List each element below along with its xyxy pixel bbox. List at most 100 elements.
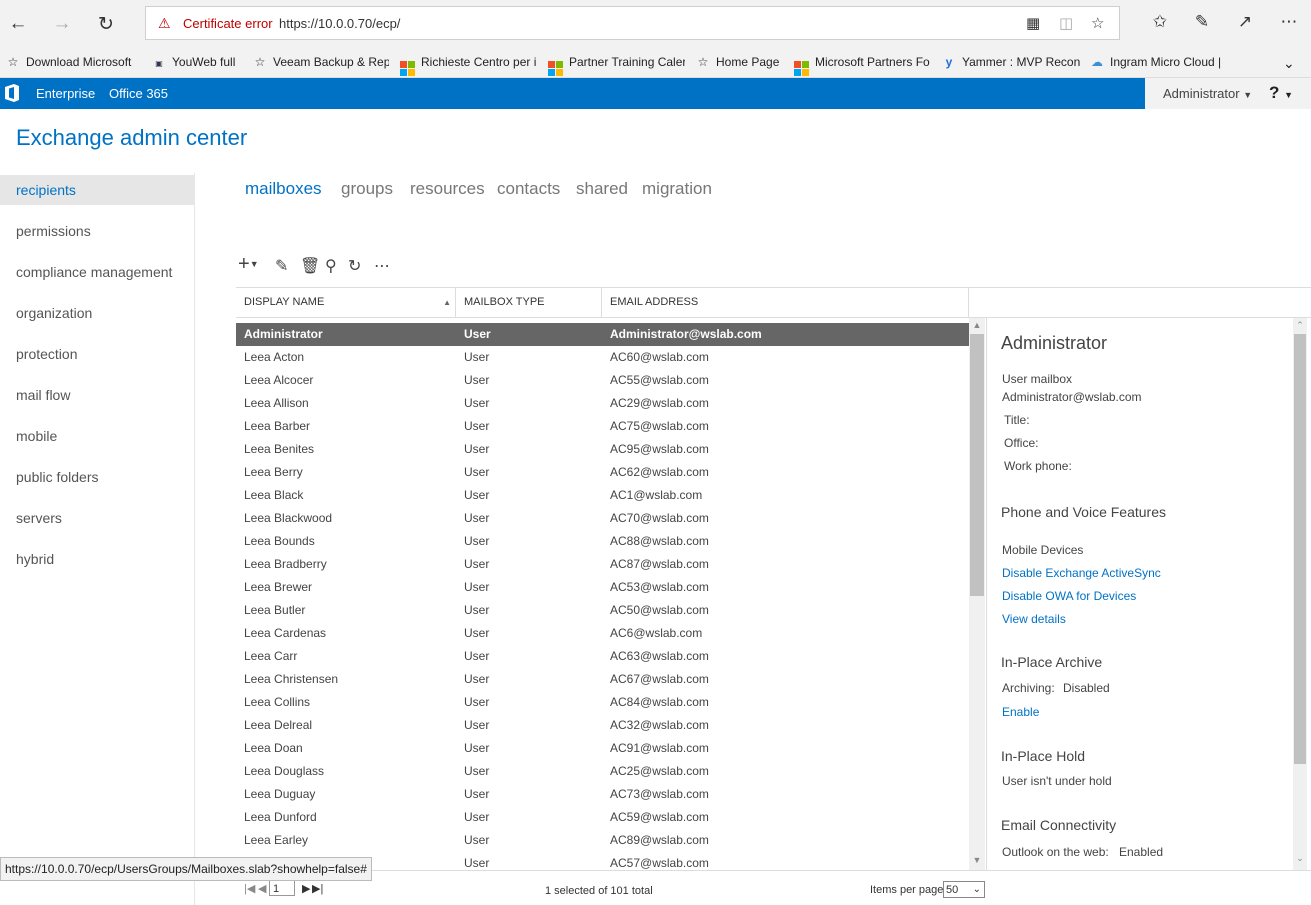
table-row[interactable]: Leea Bounds User AC88@wslab.com: [236, 530, 969, 553]
scroll-up-icon[interactable]: ▲: [969, 320, 985, 330]
table-row[interactable]: Leea Carr User AC63@wslab.com: [236, 645, 969, 668]
nav-organization[interactable]: organization: [0, 298, 195, 328]
back-icon[interactable]: ←: [4, 10, 32, 38]
nav-public-folders[interactable]: public folders: [0, 462, 195, 492]
disable-owa-link[interactable]: Disable OWA for Devices: [1002, 589, 1136, 603]
table-row[interactable]: Leea Allison User AC29@wslab.com: [236, 392, 969, 415]
favorite-item[interactable]: ▣ YouWeb full: [152, 55, 242, 69]
table-row[interactable]: Leea Doan User AC91@wslab.com: [236, 737, 969, 760]
tab-mailboxes[interactable]: mailboxes: [245, 179, 322, 199]
nav-mobile[interactable]: mobile: [0, 421, 195, 451]
scroll-up-icon[interactable]: ⌃: [1293, 320, 1307, 331]
table-row[interactable]: Leea Douglass User AC25@wslab.com: [236, 760, 969, 783]
refresh-icon[interactable]: ↻: [348, 256, 361, 276]
favorite-item[interactable]: Microsoft Partners Fo: [794, 55, 931, 76]
delete-icon[interactable]: 🗑: [300, 256, 320, 276]
sort-ascending-icon: ▲: [443, 298, 451, 307]
add-icon[interactable]: +▼: [238, 253, 259, 276]
table-row[interactable]: Leea Butler User AC50@wslab.com: [236, 599, 969, 622]
list-footer: |◀ ◀ 1 ▶ ▶| 1 selected of 101 total Item…: [236, 870, 1311, 905]
more-icon[interactable]: ⋯: [1277, 12, 1301, 32]
table-row[interactable]: Leea Barber User AC75@wslab.com: [236, 415, 969, 438]
table-row[interactable]: Leea Collins User AC84@wslab.com: [236, 691, 969, 714]
favorite-item[interactable]: ☁ Ingram Micro Cloud |: [1090, 55, 1230, 69]
column-email-address[interactable]: EMAIL ADDRESS: [602, 288, 969, 317]
list-scroll-thumb[interactable]: [970, 334, 984, 596]
tab-shared[interactable]: shared: [576, 179, 628, 199]
table-row[interactable]: Leea Alcocer User AC55@wslab.com: [236, 369, 969, 392]
nav-servers[interactable]: servers: [0, 503, 195, 533]
table-row[interactable]: Leea Cardenas User AC6@wslab.com: [236, 622, 969, 645]
items-per-page-select[interactable]: 50 ⌄: [943, 881, 985, 898]
nav-compliance-management[interactable]: compliance management: [0, 257, 195, 287]
nav-enterprise[interactable]: Enterprise: [36, 86, 95, 101]
favorite-item[interactable]: Richieste Centro per i: [400, 55, 537, 76]
table-row[interactable]: Leea Blackwood User AC70@wslab.com: [236, 507, 969, 530]
tab-migration[interactable]: migration: [642, 179, 712, 199]
details-scrollbar[interactable]: ⌃ ⌄: [1293, 318, 1307, 870]
tab-contacts[interactable]: contacts: [497, 179, 560, 199]
first-page-icon[interactable]: |◀: [244, 882, 255, 895]
column-display-name[interactable]: DISPLAY NAME ▲: [236, 288, 456, 317]
list-scrollbar[interactable]: ▲ ▼: [969, 318, 985, 870]
nav-office365[interactable]: Office 365: [109, 86, 168, 101]
search-icon[interactable]: ⚲: [325, 256, 337, 276]
table-row[interactable]: Administrator User Administrator@wslab.com: [236, 323, 969, 346]
favorite-item[interactable]: Partner Training Caler: [548, 55, 685, 76]
details-scroll-thumb[interactable]: [1294, 334, 1306, 764]
favorites-hub-icon[interactable]: ✩: [1148, 12, 1172, 32]
nav-recipients[interactable]: recipients: [0, 175, 195, 205]
table-row[interactable]: Leea Christensen User AC67@wslab.com: [236, 668, 969, 691]
table-row[interactable]: Leea Acton User AC60@wslab.com: [236, 346, 969, 369]
next-page-icon[interactable]: ▶: [302, 882, 310, 895]
translate-icon[interactable]: ▦: [1026, 14, 1040, 32]
last-page-icon[interactable]: ▶|: [312, 882, 323, 895]
table-row[interactable]: Leea Dunford User AC59@wslab.com: [236, 806, 969, 829]
pen-icon[interactable]: ✎: [1190, 12, 1214, 32]
enable-archive-link[interactable]: Enable: [1002, 705, 1039, 719]
warning-icon[interactable]: ⚠: [158, 15, 171, 32]
favorite-star-icon[interactable]: ☆: [1091, 14, 1104, 32]
table-row[interactable]: Leea Benites User AC95@wslab.com: [236, 438, 969, 461]
disable-activesync-link[interactable]: Disable Exchange ActiveSync: [1002, 566, 1161, 580]
refresh-icon[interactable]: ↻: [92, 10, 120, 38]
tab-resources[interactable]: resources: [410, 179, 485, 199]
table-row[interactable]: Leea Delreal User AC32@wslab.com: [236, 714, 969, 737]
favorite-item[interactable]: y Yammer : MVP Recon: [942, 55, 1080, 69]
table-row[interactable]: Leea Duguay User AC73@wslab.com: [236, 783, 969, 806]
scroll-down-icon[interactable]: ▼: [969, 855, 985, 865]
url-text[interactable]: https://10.0.0.70/ecp/: [279, 16, 400, 31]
chevron-down-icon: ⌄: [972, 884, 981, 895]
reading-view-icon[interactable]: ◫: [1059, 14, 1073, 32]
share-icon[interactable]: ↗: [1233, 12, 1257, 32]
page-number-input[interactable]: 1: [269, 880, 295, 896]
details-email: Administrator@wslab.com: [1002, 390, 1142, 404]
table-row[interactable]: Leea Black User AC1@wslab.com: [236, 484, 969, 507]
table-row[interactable]: Leea Brewer User AC53@wslab.com: [236, 576, 969, 599]
address-bar[interactable]: ⚠ Certificate error https://10.0.0.70/ec…: [145, 6, 1120, 40]
user-menu[interactable]: Administrator ▼: [1163, 86, 1252, 101]
favorite-item[interactable]: ☆ Home Page: [696, 55, 784, 69]
nav-protection[interactable]: protection: [0, 339, 195, 369]
view-details-link[interactable]: View details: [1002, 612, 1066, 626]
certificate-error-label[interactable]: Certificate error: [183, 16, 273, 31]
nav-permissions[interactable]: permissions: [0, 216, 195, 246]
favorite-item[interactable]: ☆ Download Microsoft: [6, 55, 138, 69]
nav-mail-flow[interactable]: mail flow: [0, 380, 195, 410]
column-mailbox-type[interactable]: MAILBOX TYPE: [456, 288, 602, 317]
previous-page-icon[interactable]: ◀: [258, 882, 266, 895]
chevron-down-icon[interactable]: ⌄: [1283, 55, 1295, 72]
table-row[interactable]: Leea Earley User AC89@wslab.com: [236, 829, 969, 852]
help-menu[interactable]: ? ▼: [1269, 83, 1293, 103]
nav-hybrid[interactable]: hybrid: [0, 544, 195, 574]
table-row[interactable]: Leea Berry User AC62@wslab.com: [236, 461, 969, 484]
table-row[interactable]: Leea Bradberry User AC87@wslab.com: [236, 553, 969, 576]
edit-icon[interactable]: ✎: [275, 256, 288, 276]
more-options-icon[interactable]: ⋯: [374, 256, 390, 276]
scroll-down-icon[interactable]: ⌄: [1293, 853, 1307, 864]
favorite-item[interactable]: ☆ Veeam Backup & Rep: [253, 55, 389, 69]
forward-icon[interactable]: →: [48, 10, 76, 38]
star-icon: ☆: [254, 55, 266, 69]
tab-groups[interactable]: groups: [341, 179, 393, 199]
office-logo-icon[interactable]: [4, 84, 20, 102]
